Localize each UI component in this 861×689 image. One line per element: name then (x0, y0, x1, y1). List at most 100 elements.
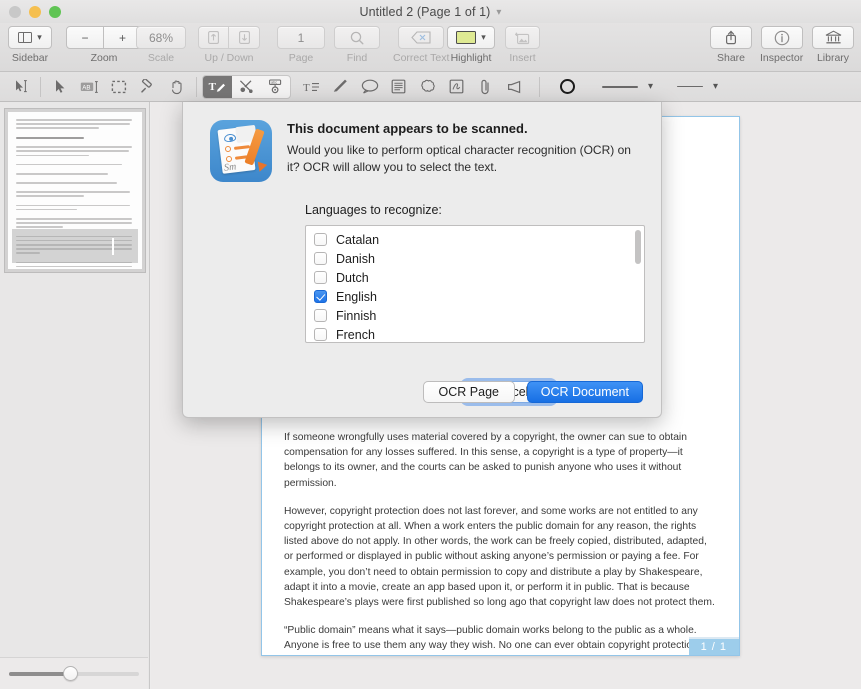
text-edit-pencil-icon-button[interactable]: T (203, 75, 232, 98)
toolbar-item-page[interactable]: 1 Page (277, 26, 325, 64)
language-checkbox[interactable] (314, 233, 327, 246)
page-thumbnail[interactable] (4, 108, 146, 273)
share-icon (725, 30, 737, 45)
toolbar-label-page: Page (288, 52, 314, 64)
signature-box-icon-button[interactable] (442, 75, 471, 99)
line-style-dropdown[interactable]: ▾ (673, 81, 722, 92)
text-select-cursor-icon-button[interactable] (6, 75, 35, 99)
dashed-rectangle-select-icon-button[interactable] (104, 75, 133, 99)
toolbar-label-up-down: Up / Down (204, 52, 254, 64)
arrow-pointer-icon-button[interactable] (46, 75, 75, 99)
thumbnail-sidebar (0, 102, 150, 689)
highlight-color-swatch[interactable] (456, 31, 477, 44)
toolbar-item-inspector[interactable]: Inspector (760, 26, 803, 64)
toolbar-label-library: Library (816, 52, 850, 64)
cloud-stamp-icon-button[interactable] (413, 75, 442, 99)
list-item[interactable]: Finnish (306, 306, 644, 325)
circle-outline-icon-button[interactable] (550, 75, 584, 99)
dialog-button-row: OCR Page OCR Document (422, 381, 643, 403)
speaker-sound-icon-button[interactable] (500, 75, 529, 99)
sidebar-icon (18, 32, 33, 43)
text-lines-icon-button[interactable]: T (297, 75, 326, 99)
paperclip-icon-button[interactable] (471, 75, 500, 99)
toolbar-label-sidebar: Sidebar (11, 52, 49, 64)
library-bank-icon (825, 30, 841, 44)
ocr-page-button[interactable]: OCR Page (422, 381, 515, 403)
search-icon (350, 31, 364, 44)
toolbar-item-find[interactable]: Find (334, 26, 380, 64)
scrollbar-thumb[interactable] (635, 230, 641, 264)
thumbnail-selection-overlay (12, 229, 138, 263)
language-checkbox[interactable] (314, 328, 327, 341)
dialog-body-text: Would you like to perform optical charac… (287, 143, 631, 174)
dialog-title: This document appears to be scanned. (287, 121, 528, 136)
title-chevron-down-icon[interactable]: ▾ (496, 7, 501, 18)
page-down-button[interactable] (229, 26, 260, 49)
toolbar-item-share[interactable]: Share (710, 26, 752, 64)
toolbar-item-zoom[interactable]: − + Zoom (66, 26, 142, 64)
app-window: Untitled 2 (Page 1 of 1) ▾ ▾ Sidebar − + … (0, 0, 861, 689)
language-checkbox[interactable] (314, 309, 327, 322)
text-block-icon-button[interactable] (384, 75, 413, 99)
share-button[interactable] (710, 26, 752, 49)
find-button[interactable] (334, 26, 380, 49)
toolbar-item-insert[interactable]: Insert (505, 26, 540, 64)
speaker-sound-icon (507, 80, 520, 93)
zoom-out-button[interactable]: − (66, 26, 104, 49)
thumbnail-size-slider[interactable] (9, 666, 139, 681)
ocr-dialog: Sm This document appears to be scanned. … (182, 102, 662, 418)
ocr-document-button[interactable]: OCR Document (526, 381, 643, 403)
language-checkbox[interactable] (314, 252, 327, 265)
inspector-button[interactable] (760, 26, 803, 49)
magnifier-rect-icon (141, 78, 152, 93)
redact-scissors-icon-button[interactable] (232, 76, 261, 98)
sidebar-button[interactable]: ▾ (8, 26, 52, 49)
toolbar-item-scale[interactable]: 68% Scale (136, 26, 186, 64)
arrow-up-box-icon (208, 31, 219, 44)
window-title-text: Untitled 2 (Page 1 of 1) (359, 4, 491, 19)
languages-scrollbar[interactable] (635, 230, 641, 340)
redact-scissors-icon (239, 80, 253, 93)
language-checkbox[interactable] (314, 290, 327, 303)
slider-knob[interactable] (62, 666, 78, 681)
chevron-down-icon[interactable]: ▾ (481, 33, 486, 42)
language-label: French (336, 327, 375, 342)
toolbar-label-inspector: Inspector (760, 52, 804, 64)
arrow-pointer-icon (56, 80, 65, 93)
scale-value[interactable]: 68% (136, 26, 186, 49)
language-checkbox[interactable] (314, 271, 327, 284)
list-item[interactable]: French (306, 325, 644, 342)
svg-text:AB: AB (82, 84, 90, 91)
line-width-dropdown[interactable]: ▾ (598, 81, 657, 92)
list-item[interactable]: English (306, 287, 644, 306)
language-label: English (336, 289, 377, 304)
page-up-button[interactable] (198, 26, 229, 49)
toolbar-item-up-down[interactable]: Up / Down (198, 26, 260, 64)
hand-scroll-icon-button[interactable] (162, 75, 191, 99)
speech-bubble-note-icon-button[interactable] (355, 75, 384, 99)
insert-image-icon (515, 32, 530, 44)
list-item[interactable]: Danish (306, 249, 644, 268)
list-item[interactable]: Dutch (306, 268, 644, 287)
toolbar-item-library[interactable]: Library (812, 26, 854, 64)
insert-button[interactable] (505, 26, 540, 49)
highlighter-pen-icon-button[interactable] (326, 75, 355, 99)
paperclip-icon (481, 79, 489, 94)
abc-text-select-icon-button[interactable]: AB (75, 75, 104, 99)
toolbar-item-sidebar[interactable]: ▾ Sidebar (8, 26, 52, 64)
abc-ocr-target-icon-button[interactable]: abc (261, 76, 290, 98)
toolbar-item-correct-text[interactable]: Correct Text (393, 26, 449, 64)
magnifier-rect-icon-button[interactable] (133, 75, 162, 99)
list-item[interactable]: Catalan (306, 230, 644, 249)
highlighter-pen-icon (333, 79, 347, 92)
correct-text-button[interactable] (398, 26, 445, 49)
page-thumbnail-preview (8, 112, 142, 269)
toolbar-label-correct-text: Correct Text (393, 52, 450, 64)
toolbar-label-scale: Scale (147, 52, 175, 64)
languages-list[interactable]: Catalan Danish Dutch English Finnish Fre… (305, 225, 645, 343)
highlight-button[interactable]: ▾ (447, 26, 495, 49)
library-button[interactable] (812, 26, 854, 49)
toolbar-item-highlight[interactable]: ▾ Highlight (447, 26, 495, 64)
svg-text:abc: abc (271, 81, 277, 85)
page-number-field[interactable]: 1 (277, 26, 325, 49)
